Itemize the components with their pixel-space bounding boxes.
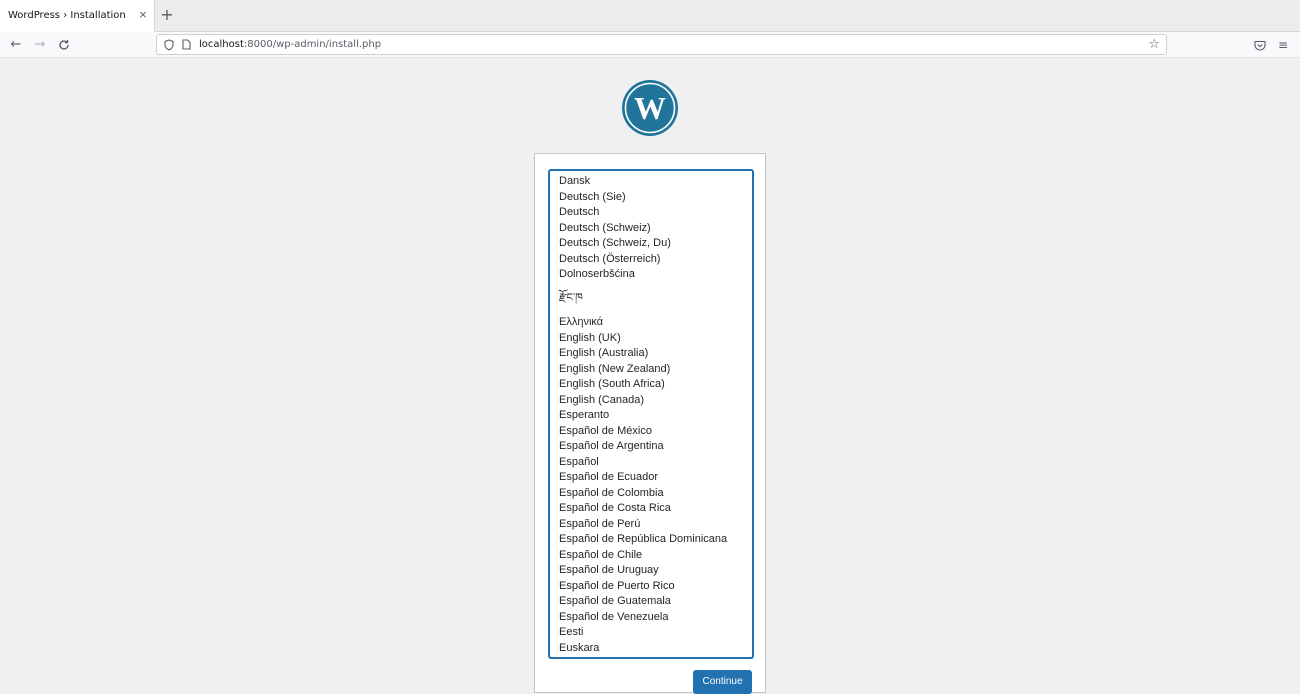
language-option[interactable]: English (Canada) — [559, 394, 644, 406]
language-option[interactable]: English (Australia) — [559, 347, 648, 359]
bookmark-star-icon[interactable]: ☆ — [1148, 36, 1160, 53]
language-option[interactable]: Euskara — [559, 642, 599, 654]
language-option[interactable]: Español de México — [559, 425, 652, 437]
close-tab-icon[interactable]: × — [136, 8, 150, 21]
tab-title: WordPress › Installation — [8, 10, 126, 21]
continue-button[interactable]: Continue — [693, 670, 752, 694]
shield-icon[interactable] — [162, 37, 176, 53]
language-option[interactable]: རྫོང་ཁ — [559, 285, 583, 316]
language-option[interactable]: Eesti — [559, 626, 583, 638]
language-list[interactable]: Dansk Deutsch (Sie) Deutsch Deutsch (Schwei… — [549, 170, 753, 658]
language-option[interactable]: Dansk — [559, 175, 590, 187]
language-option[interactable]: Deutsch (Sie) — [559, 191, 626, 203]
url-host: localhost — [199, 39, 244, 50]
language-option[interactable]: English (South Africa) — [559, 378, 665, 390]
wordpress-logo: W — [621, 79, 679, 137]
language-option[interactable]: Deutsch (Schweiz) — [559, 222, 651, 234]
url-text[interactable]: localhost:8000/wp-admin/install.php — [199, 39, 381, 50]
language-option[interactable]: Esperanto — [559, 409, 609, 421]
language-option[interactable]: Español de Venezuela — [559, 611, 668, 623]
language-option[interactable]: Español de Perú — [559, 518, 640, 530]
language-option[interactable]: Español de República Dominicana — [559, 533, 727, 545]
url-bar[interactable]: localhost:8000/wp-admin/install.php ☆ — [156, 34, 1167, 55]
forward-arrow-icon[interactable]: → — [30, 35, 50, 55]
language-option[interactable]: Español de Chile — [559, 549, 642, 561]
language-option[interactable]: Español de Ecuador — [559, 471, 658, 483]
language-option[interactable]: English (UK) — [559, 332, 621, 344]
language-option[interactable]: Español de Colombia — [559, 487, 664, 499]
language-option[interactable]: English (New Zealand) — [559, 363, 670, 375]
language-option[interactable]: Deutsch (Schweiz, Du) — [559, 237, 671, 249]
back-arrow-icon[interactable]: ← — [6, 35, 26, 55]
language-option[interactable]: Ελληνικά — [559, 316, 603, 328]
new-tab-icon[interactable]: + — [160, 6, 174, 24]
page-icon[interactable] — [179, 37, 193, 53]
language-option[interactable]: Deutsch — [559, 206, 599, 218]
tab-bar: WordPress › Installation × + — [0, 0, 1300, 32]
language-option[interactable]: Español de Uruguay — [559, 564, 659, 576]
svg-text:W: W — [634, 90, 666, 126]
navigation-toolbar: ← → localhost:8000/wp-admin/install.php … — [0, 32, 1300, 58]
url-path: :8000/wp-admin/install.php — [243, 39, 382, 50]
language-option[interactable]: Español de Puerto Rico — [559, 580, 675, 592]
language-option[interactable]: Español de Argentina — [559, 440, 664, 452]
language-option[interactable]: Deutsch (Österreich) — [559, 253, 660, 265]
hamburger-menu-icon[interactable]: ≡ — [1273, 35, 1293, 55]
reload-icon[interactable] — [54, 35, 74, 55]
language-selection-card: Dansk Deutsch (Sie) Deutsch Deutsch (Schwei… — [534, 153, 766, 694]
language-option[interactable]: Español de Costa Rica — [559, 502, 671, 514]
language-option[interactable]: Español — [559, 456, 599, 468]
language-option[interactable]: Dolnoserbšćina — [559, 268, 635, 280]
language-option[interactable]: Español de Guatemala — [559, 595, 671, 607]
pocket-icon[interactable] — [1250, 35, 1270, 55]
tab-wordpress-installation[interactable]: WordPress › Installation × — [0, 0, 155, 32]
